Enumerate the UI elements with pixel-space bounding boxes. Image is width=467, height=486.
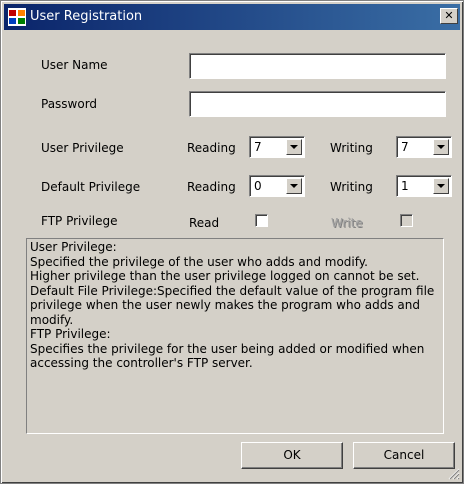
user-writing-select[interactable]: 7 — [396, 136, 452, 158]
user-writing-label: Writing — [330, 141, 373, 155]
ftp-write-checkbox — [400, 214, 413, 227]
default-reading-value: 0 — [254, 179, 262, 193]
app-icon — [8, 8, 26, 26]
user-privilege-label: User Privilege — [41, 141, 124, 155]
close-button[interactable]: ✕ — [440, 8, 458, 24]
default-writing-value: 1 — [401, 179, 409, 193]
user-registration-dialog: User Registration ✕ User Name Password U… — [0, 0, 464, 484]
default-writing-select[interactable]: 1 — [396, 175, 452, 197]
cancel-button[interactable]: Cancel — [353, 442, 455, 469]
help-line: Specified the privilege of the user who … — [30, 254, 368, 269]
help-line: Default File Privilege:Specified the def… — [30, 283, 439, 327]
default-writing-label: Writing — [330, 180, 373, 194]
user-reading-label: Reading — [187, 141, 236, 155]
user-reading-select[interactable]: 7 — [249, 136, 305, 158]
user-name-label: User Name — [41, 58, 108, 72]
help-line: User Privilege: — [30, 240, 117, 254]
user-reading-value: 7 — [254, 140, 262, 154]
ftp-privilege-label: FTP Privilege — [41, 214, 118, 228]
default-reading-label: Reading — [187, 180, 236, 194]
ftp-write-label: Write — [331, 216, 363, 230]
ftp-read-checkbox[interactable] — [255, 214, 268, 227]
help-line: FTP Privilege: — [30, 327, 111, 341]
user-writing-value: 7 — [401, 140, 409, 154]
title-bar[interactable]: User Registration ✕ — [4, 4, 460, 30]
chevron-down-icon[interactable] — [286, 139, 302, 155]
dialog-title: User Registration — [30, 9, 143, 24]
chevron-down-icon[interactable] — [286, 178, 302, 194]
resize-grip-icon[interactable] — [448, 468, 460, 480]
chevron-down-icon[interactable] — [433, 178, 449, 194]
ok-button[interactable]: OK — [241, 442, 343, 469]
default-reading-select[interactable]: 0 — [249, 175, 305, 197]
privilege-help-text: User Privilege: Specified the privilege … — [26, 238, 444, 434]
help-line: Higher privilege than the user privilege… — [30, 269, 420, 283]
user-name-input[interactable] — [189, 53, 446, 79]
help-line: Specifies the privilege for the user bei… — [30, 341, 429, 371]
close-icon: ✕ — [444, 9, 454, 22]
chevron-down-icon[interactable] — [433, 139, 449, 155]
password-input[interactable] — [189, 91, 446, 117]
ftp-read-label: Read — [189, 216, 220, 230]
default-privilege-label: Default Privilege — [41, 180, 141, 194]
password-label: Password — [41, 97, 98, 111]
